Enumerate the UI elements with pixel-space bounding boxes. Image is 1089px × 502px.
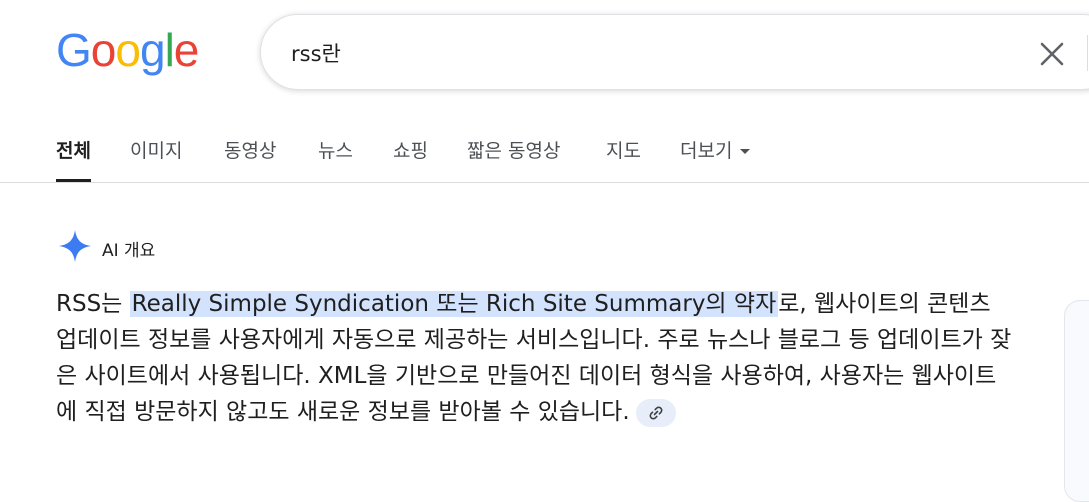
- tab-more[interactable]: 더보기: [680, 132, 751, 182]
- search-box[interactable]: [260, 14, 1089, 90]
- tab-short-videos[interactable]: 짧은 동영상: [467, 132, 560, 182]
- logo-letter: o: [115, 24, 141, 76]
- ai-overview-label: AI 개요: [102, 240, 156, 261]
- ai-overview-header: AI 개요: [58, 230, 155, 266]
- answer-highlight: Really Simple Syndication 또는 Rich Site S…: [129, 291, 779, 317]
- tab-label: 쇼핑: [393, 140, 428, 162]
- tab-label: 전체: [56, 140, 91, 162]
- close-icon[interactable]: [1037, 39, 1067, 69]
- tabs-divider: [0, 182, 1089, 183]
- tab-news[interactable]: 뉴스: [318, 132, 353, 182]
- logo-letter: o: [90, 24, 117, 76]
- search-input[interactable]: [291, 37, 991, 69]
- tab-label: 지도: [606, 140, 641, 162]
- tab-label: 더보기: [680, 140, 733, 162]
- side-panel-card: [1064, 300, 1089, 502]
- tab-all[interactable]: 전체: [56, 132, 91, 182]
- logo-letter: G: [56, 24, 92, 76]
- ai-overview-answer: RSS는 Really Simple Syndication 또는 Rich S…: [56, 286, 1016, 430]
- logo-letter: g: [139, 24, 166, 76]
- answer-prefix: RSS는: [56, 291, 130, 317]
- tab-images[interactable]: 이미지: [130, 132, 182, 182]
- tab-label: 뉴스: [318, 140, 353, 162]
- link-icon[interactable]: [635, 398, 676, 427]
- tab-maps[interactable]: 지도: [606, 132, 641, 182]
- tab-label: 동영상: [224, 140, 277, 162]
- search-divider: [1087, 35, 1088, 71]
- tab-label: 이미지: [130, 140, 183, 162]
- tab-videos[interactable]: 동영상: [224, 132, 276, 182]
- logo-letter: l: [164, 24, 175, 76]
- caret-down-icon: [740, 149, 751, 154]
- sparkle-icon: [58, 229, 92, 267]
- tab-shopping[interactable]: 쇼핑: [393, 132, 428, 182]
- google-logo[interactable]: Google: [56, 24, 200, 76]
- logo-letter: e: [173, 24, 200, 76]
- tab-label: 짧은 동영상: [467, 140, 561, 162]
